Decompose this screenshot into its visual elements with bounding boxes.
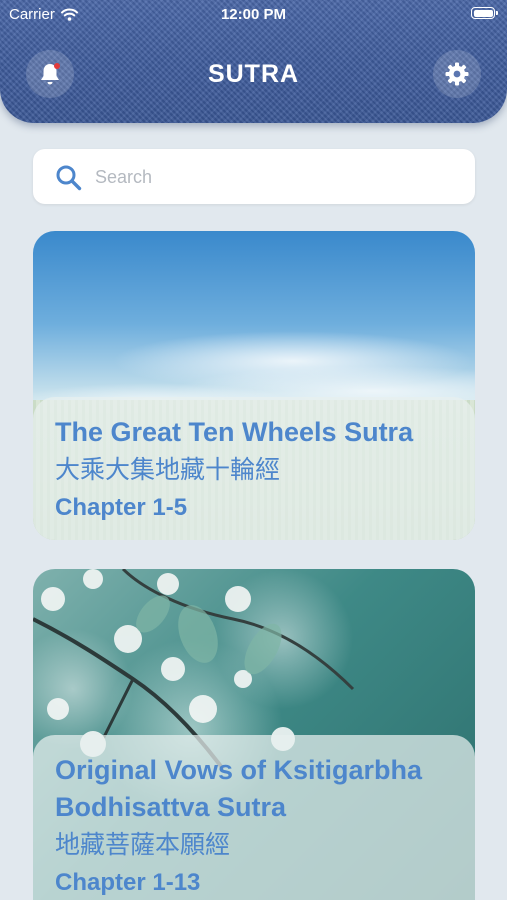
app-header: Carrier 12:00 PM SUTRA: [0, 0, 507, 123]
card-title-en-line2: Bodhisattva Sutra: [55, 792, 287, 822]
sky-image: [33, 291, 475, 411]
search-bar[interactable]: [33, 149, 475, 206]
sutra-card-great-ten-wheels[interactable]: The Great Ten Wheels Sutra 大乘大集地藏十輪經 Cha…: [33, 231, 475, 540]
card-info-panel: The Great Ten Wheels Sutra 大乘大集地藏十輪經 Cha…: [33, 397, 475, 540]
gear-icon: [445, 62, 469, 86]
page-title: SUTRA: [207, 60, 300, 88]
sutra-card-ksitigarbha-vows[interactable]: Original Vows of Ksitigarbha Bodhisattva…: [33, 569, 475, 900]
card-chapters: Chapter 1-13: [55, 869, 201, 896]
settings-button[interactable]: [433, 50, 481, 98]
status-time: 12:00 PM: [220, 6, 287, 23]
card-title-en-line1: Original Vows of Ksitigarbha: [55, 755, 423, 785]
card-title-zh: 地藏菩薩本願經: [55, 831, 231, 859]
search-icon: [56, 165, 82, 191]
search-input[interactable]: [93, 149, 457, 206]
status-bar: Carrier 12:00 PM: [0, 0, 507, 28]
card-info-panel: Original Vows of Ksitigarbha Bodhisattva…: [33, 735, 475, 900]
card-title-en: The Great Ten Wheels Sutra: [55, 417, 414, 447]
card-chapters: Chapter 1-5: [55, 494, 188, 521]
battery-icon: [471, 7, 498, 19]
card-title-zh: 大乘大集地藏十輪經: [55, 456, 281, 484]
